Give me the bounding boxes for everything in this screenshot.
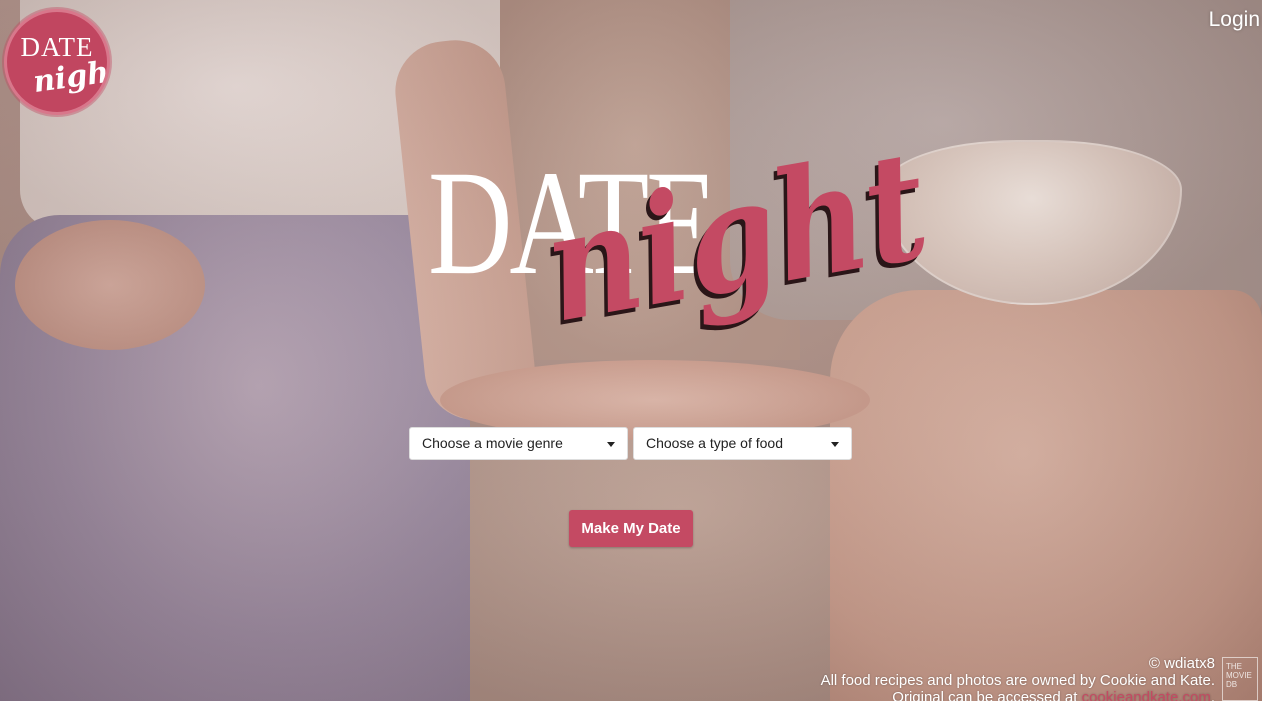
background-photo [0, 0, 1262, 701]
recipes-notice: All food recipes and photos are owned by… [820, 672, 1215, 689]
caret-down-icon [831, 442, 839, 447]
photo-shade [0, 0, 1262, 701]
movie-genre-select-value: Choose a movie genre [422, 435, 563, 451]
tmdb-logo: THE MOVIE DB [1222, 657, 1258, 701]
copyright-text: © wdiatx8 [1148, 655, 1215, 672]
caret-down-icon [607, 442, 615, 447]
original-prefix: Original can be accessed at [892, 689, 1082, 701]
logo-badge-night: night [30, 52, 110, 101]
food-type-select[interactable]: Choose a type of food [633, 427, 852, 460]
logo-badge[interactable]: DATE night [4, 9, 110, 115]
movie-genre-select[interactable]: Choose a movie genre [409, 427, 628, 460]
food-type-select-value: Choose a type of food [646, 435, 783, 451]
original-suffix: . [1210, 689, 1215, 701]
login-link[interactable]: Login [1209, 8, 1260, 32]
cookieandkate-link[interactable]: cookieandkate.com [1082, 689, 1211, 701]
make-my-date-button[interactable]: Make My Date [569, 510, 693, 547]
original-source-line: Original can be accessed at cookieandkat… [821, 689, 1215, 701]
footer-credits: © wdiatx8 All food recipes and photos ar… [821, 655, 1215, 701]
